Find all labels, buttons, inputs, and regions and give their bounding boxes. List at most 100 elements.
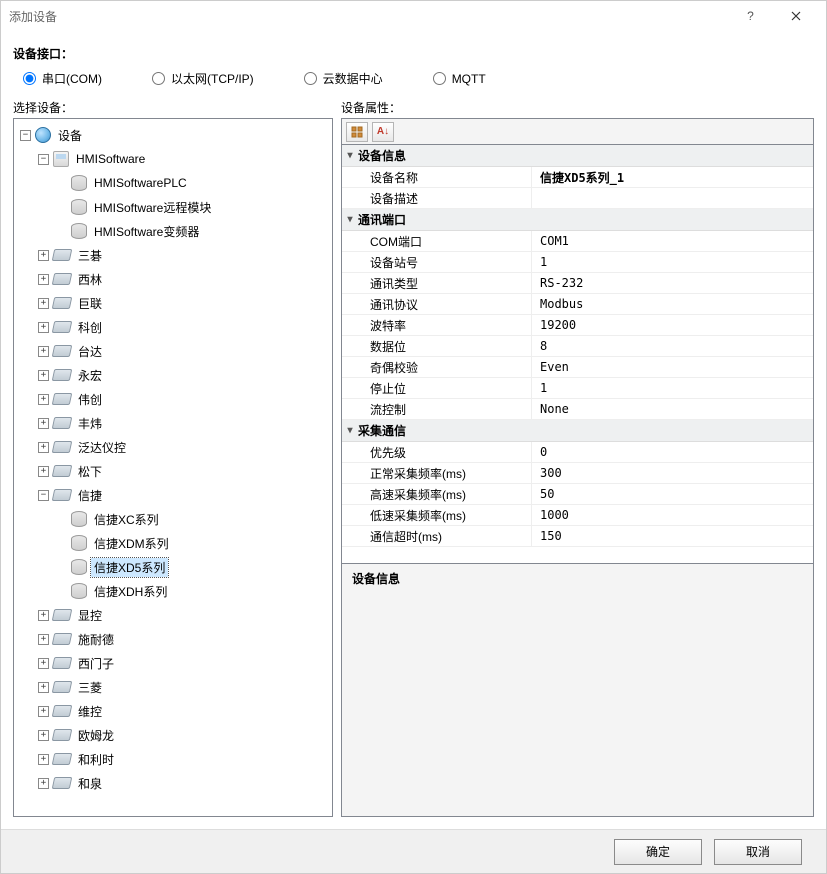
tree-vendor[interactable]: +维控: [16, 699, 330, 723]
expand-icon[interactable]: +: [38, 466, 49, 477]
radio-mqtt[interactable]: MQTT: [433, 70, 486, 87]
property-value[interactable]: 1000: [532, 508, 813, 522]
tree-root[interactable]: −设备: [16, 123, 330, 147]
tree-vendor[interactable]: +三菱: [16, 675, 330, 699]
property-row[interactable]: 通信超时(ms)150: [342, 526, 813, 547]
cancel-button[interactable]: 取消: [714, 839, 802, 865]
tree-vendor[interactable]: +丰炜: [16, 411, 330, 435]
tree-xinje-child[interactable]: 信捷XC系列: [16, 507, 330, 531]
property-value[interactable]: RS-232: [532, 276, 813, 290]
expand-icon[interactable]: +: [38, 442, 49, 453]
property-row[interactable]: 数据位8: [342, 336, 813, 357]
tree-vendor[interactable]: +和泉: [16, 771, 330, 795]
tree-vendor[interactable]: +永宏: [16, 363, 330, 387]
property-row[interactable]: 通讯协议Modbus: [342, 294, 813, 315]
tree-vendor[interactable]: +三碁: [16, 243, 330, 267]
tree-vendor[interactable]: +施耐德: [16, 627, 330, 651]
radio-mqtt-input[interactable]: [433, 72, 446, 85]
property-value[interactable]: 50: [532, 487, 813, 501]
tree-xinje-child[interactable]: 信捷XDM系列: [16, 531, 330, 555]
property-value[interactable]: COM1: [532, 234, 813, 248]
expand-icon[interactable]: +: [38, 322, 49, 333]
expand-icon[interactable]: +: [38, 658, 49, 669]
property-grid[interactable]: ▾设备信息设备名称信捷XD5系列_1设备描述▾通讯端口COM端口COM1设备站号…: [341, 144, 814, 564]
collapse-icon[interactable]: −: [38, 154, 49, 165]
tree-vendor[interactable]: +显控: [16, 603, 330, 627]
radio-tcp-input[interactable]: [152, 72, 165, 85]
tree-vendor[interactable]: +伟创: [16, 387, 330, 411]
category-polling[interactable]: ▾采集通信: [342, 420, 813, 442]
help-button[interactable]: ?: [728, 1, 773, 31]
tree-vendor[interactable]: +和利时: [16, 747, 330, 771]
property-value[interactable]: 8: [532, 339, 813, 353]
expand-icon[interactable]: +: [38, 754, 49, 765]
property-row[interactable]: 设备站号1: [342, 252, 813, 273]
alphabetical-button[interactable]: A↓: [372, 122, 394, 142]
property-row[interactable]: 正常采集频率(ms)300: [342, 463, 813, 484]
close-button[interactable]: [773, 1, 818, 31]
tree-vendor[interactable]: +巨联: [16, 291, 330, 315]
property-value[interactable]: Modbus: [532, 297, 813, 311]
expand-icon[interactable]: +: [38, 778, 49, 789]
property-row[interactable]: 设备描述: [342, 188, 813, 209]
property-value[interactable]: 1: [532, 381, 813, 395]
property-row[interactable]: 设备名称信捷XD5系列_1: [342, 167, 813, 188]
expand-icon[interactable]: +: [38, 682, 49, 693]
property-row[interactable]: 奇偶校验Even: [342, 357, 813, 378]
property-value[interactable]: 150: [532, 529, 813, 543]
expand-icon[interactable]: +: [38, 394, 49, 405]
expand-icon[interactable]: +: [38, 418, 49, 429]
tree-vendor[interactable]: +欧姆龙: [16, 723, 330, 747]
tree-xinje-child[interactable]: 信捷XDH系列: [16, 579, 330, 603]
expand-icon[interactable]: +: [38, 250, 49, 261]
ok-button[interactable]: 确定: [614, 839, 702, 865]
expand-icon[interactable]: +: [38, 706, 49, 717]
tree-vendor[interactable]: +科创: [16, 315, 330, 339]
tree-vendor[interactable]: +泛达仪控: [16, 435, 330, 459]
tree-hmi-child[interactable]: HMISoftware远程模块: [16, 195, 330, 219]
property-row[interactable]: 高速采集频率(ms)50: [342, 484, 813, 505]
expand-icon[interactable]: +: [38, 274, 49, 285]
expand-icon[interactable]: +: [38, 298, 49, 309]
radio-cloud-input[interactable]: [304, 72, 317, 85]
radio-com-input[interactable]: [23, 72, 36, 85]
property-row[interactable]: COM端口COM1: [342, 231, 813, 252]
chevron-down-icon[interactable]: ▾: [342, 214, 358, 225]
expand-icon[interactable]: +: [38, 730, 49, 741]
property-value[interactable]: 0: [532, 445, 813, 459]
tree-xinje[interactable]: −信捷: [16, 483, 330, 507]
property-value[interactable]: 300: [532, 466, 813, 480]
property-row[interactable]: 优先级0: [342, 442, 813, 463]
property-value[interactable]: None: [532, 402, 813, 416]
property-row[interactable]: 停止位1: [342, 378, 813, 399]
property-value[interactable]: Even: [532, 360, 813, 374]
tree-hmi-child[interactable]: HMISoftware变频器: [16, 219, 330, 243]
collapse-icon[interactable]: −: [20, 130, 31, 141]
expand-icon[interactable]: +: [38, 634, 49, 645]
expand-icon[interactable]: +: [38, 346, 49, 357]
tree-hmi-child[interactable]: HMISoftwarePLC: [16, 171, 330, 195]
radio-com[interactable]: 串口(COM): [23, 70, 102, 87]
device-tree[interactable]: −设备−HMISoftwareHMISoftwarePLCHMISoftware…: [13, 118, 333, 817]
expand-icon[interactable]: +: [38, 370, 49, 381]
property-value[interactable]: 1: [532, 255, 813, 269]
property-row[interactable]: 流控制None: [342, 399, 813, 420]
tree-vendor[interactable]: +台达: [16, 339, 330, 363]
property-row[interactable]: 波特率19200: [342, 315, 813, 336]
tree-hmi[interactable]: −HMISoftware: [16, 147, 330, 171]
category-comm-port[interactable]: ▾通讯端口: [342, 209, 813, 231]
chevron-down-icon[interactable]: ▾: [342, 425, 358, 436]
categorized-button[interactable]: [346, 122, 368, 142]
radio-tcp[interactable]: 以太网(TCP/IP): [152, 70, 254, 87]
tree-vendor[interactable]: +西门子: [16, 651, 330, 675]
collapse-icon[interactable]: −: [38, 490, 49, 501]
property-value[interactable]: 信捷XD5系列_1: [532, 169, 813, 186]
chevron-down-icon[interactable]: ▾: [342, 150, 358, 161]
tree-xinje-child[interactable]: 信捷XD5系列: [16, 555, 330, 579]
property-row[interactable]: 低速采集频率(ms)1000: [342, 505, 813, 526]
tree-vendor[interactable]: +西林: [16, 267, 330, 291]
radio-cloud[interactable]: 云数据中心: [304, 70, 383, 87]
tree-vendor[interactable]: +松下: [16, 459, 330, 483]
category-device-info[interactable]: ▾设备信息: [342, 145, 813, 167]
expand-icon[interactable]: +: [38, 610, 49, 621]
